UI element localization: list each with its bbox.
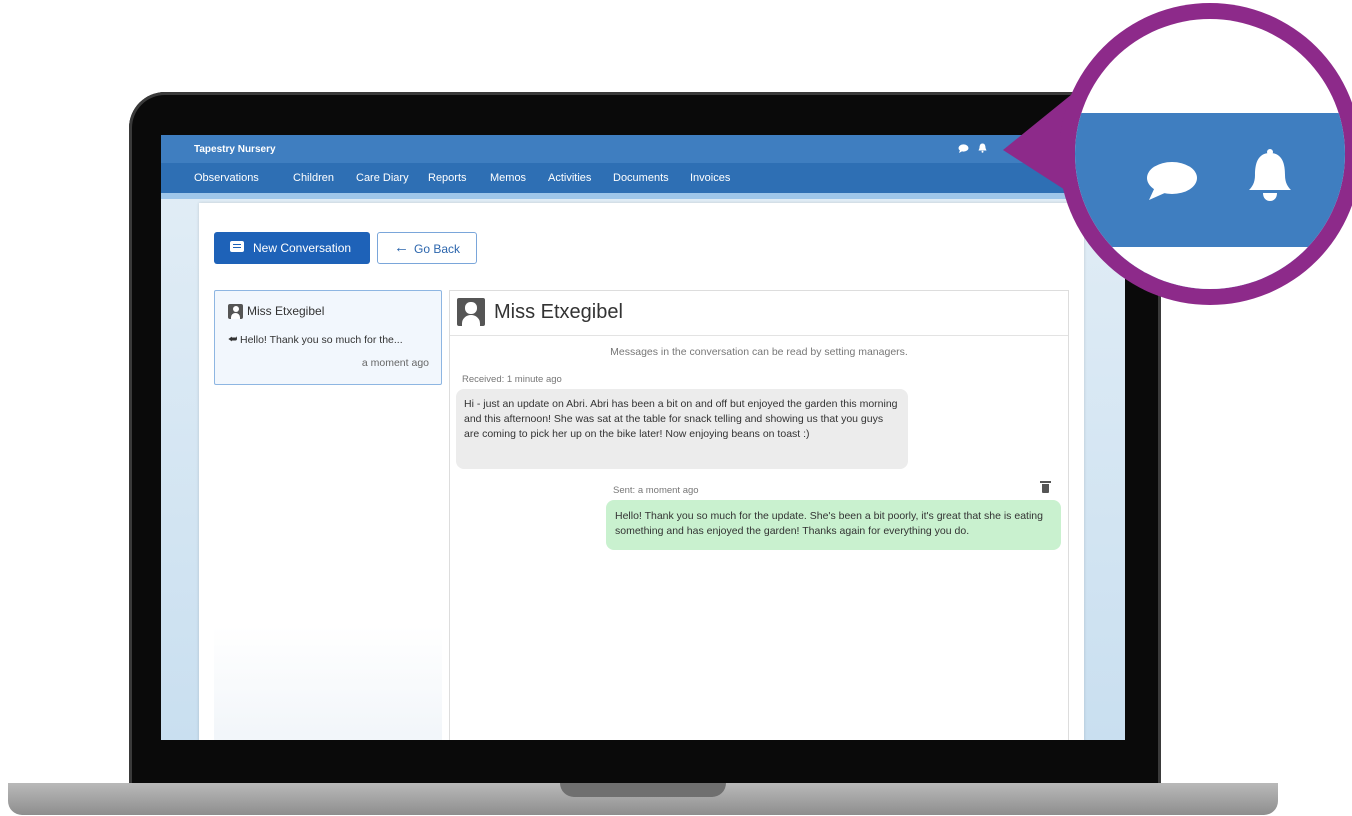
- zoomed-page-area: [1075, 247, 1345, 289]
- zoom-callout: [1059, 3, 1352, 305]
- bell-icon: [1249, 149, 1291, 201]
- zoom-callout-view: [1075, 19, 1345, 289]
- chat-bubble-icon: [1147, 162, 1197, 200]
